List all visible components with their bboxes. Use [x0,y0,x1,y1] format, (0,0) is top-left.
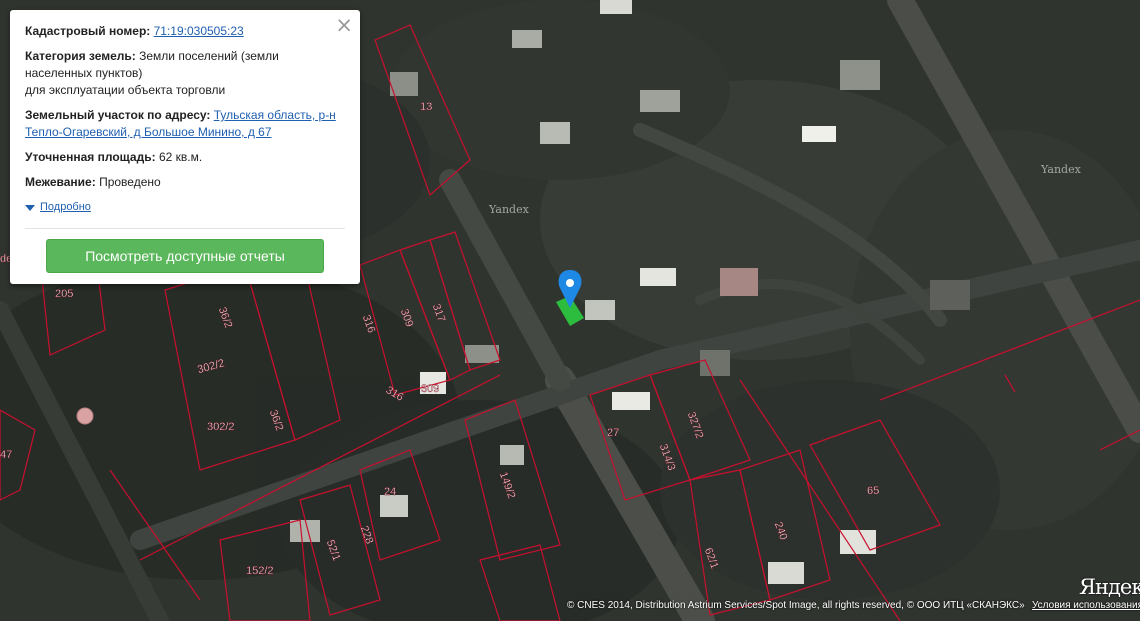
parcel-label: 205 [55,288,73,300]
parcel-label: 24 [384,486,396,498]
land-use-value: для эксплуатации объекта торговли [25,83,226,97]
land-category-label: Категория земель: [25,49,136,63]
parcel-label: 309 [421,383,439,395]
parcel-label: 27 [607,427,619,439]
cadastral-number-row: Кадастровый номер: 71:19:030505:23 [25,23,345,40]
point-marker[interactable] [76,407,94,425]
area-value: 62 кв.м. [158,150,203,164]
area-label: Уточненная площадь: [25,150,156,164]
parcel-label: 302/2 [207,421,235,433]
parcel-info-popup: × Кадастровый номер: 71:19:030505:23 Кат… [10,10,360,284]
address-label: Земельный участок по адресу: [25,108,211,122]
address-row: Земельный участок по адресу: Тульская об… [25,107,345,141]
yandex-logo: Яндекс [1079,575,1140,599]
popup-divider [25,228,345,229]
cadastral-number-label: Кадастровый номер: [25,24,151,38]
survey-value: Проведено [99,175,161,189]
parcel-label: 152/2 [246,565,274,577]
land-category-row: Категория земель: Земли поселений (земли… [25,48,345,99]
area-row: Уточненная площадь: 62 кв.м. [25,149,345,166]
more-details-link[interactable]: Подробно [25,199,345,217]
terms-of-use-link[interactable]: Условия использования [1032,600,1140,611]
survey-row: Межевание: Проведено [25,174,345,191]
parcel-label: 13 [420,101,432,113]
parcel-label: 47 [0,449,12,461]
triangle-down-icon [25,205,35,211]
parcel-label: 65 [867,485,879,497]
map-watermark: Yandex [1041,163,1081,176]
more-details-label: Подробно [40,201,91,213]
view-reports-button[interactable]: Посмотреть доступные отчеты [46,239,324,273]
close-icon[interactable]: × [335,14,353,36]
survey-label: Межевание: [25,175,96,189]
map-watermark: Yandex [489,203,529,216]
cadastral-number-link[interactable]: 71:19:030505:23 [154,24,244,38]
map-copyright: © CNES 2014, Distribution Astrium Servic… [567,600,1025,611]
